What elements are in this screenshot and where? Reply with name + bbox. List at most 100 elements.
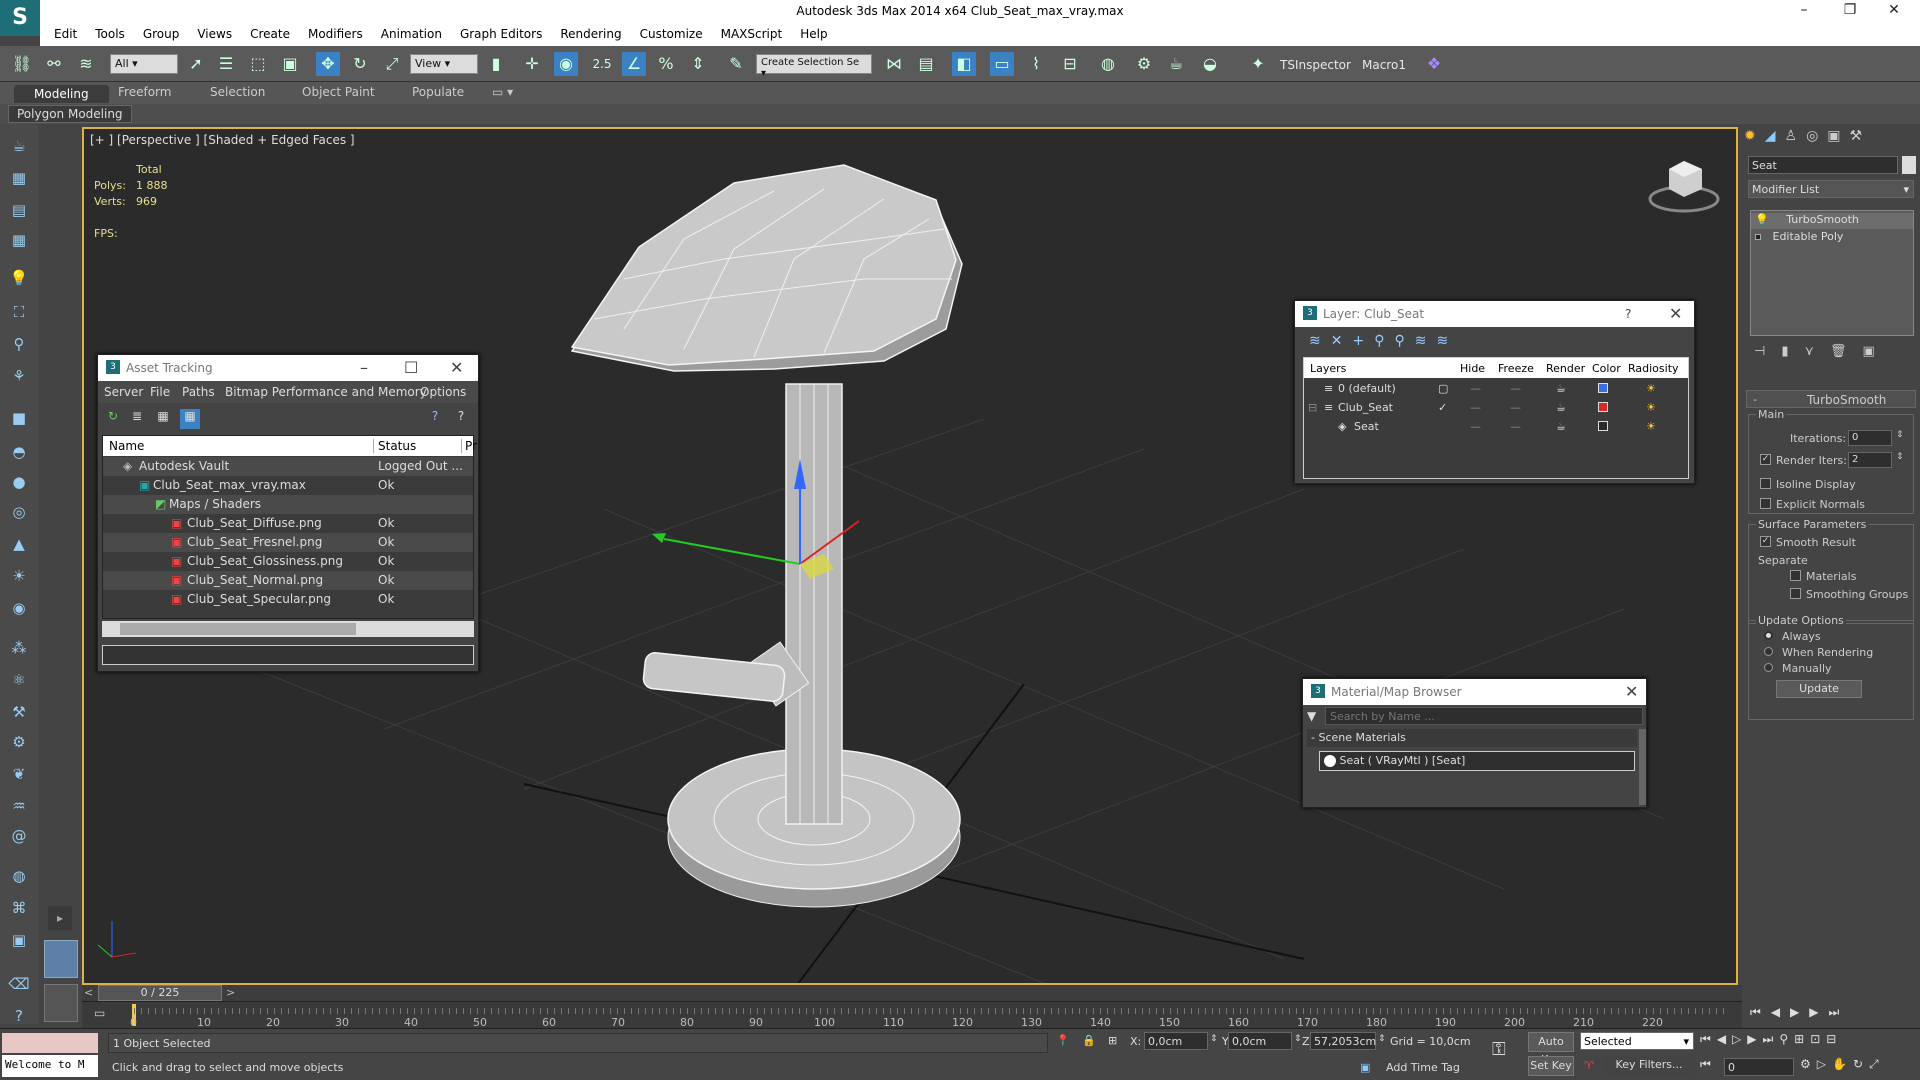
grid-icon[interactable]: ▦ [7, 228, 31, 252]
select-in-layer-icon[interactable]: ⚲ [1374, 333, 1394, 349]
render-teapot-icon[interactable]: ☕ [1556, 401, 1566, 414]
next-frame-icon[interactable]: ▶ [1747, 1032, 1762, 1046]
configure-sets-icon[interactable]: ▣ [1863, 344, 1891, 359]
rendered-frame-icon[interactable]: ☕ [1164, 52, 1188, 76]
render-teapot-icon[interactable]: ☕ [1556, 420, 1566, 433]
delete-layer-icon[interactable]: ✕ [1331, 333, 1353, 349]
asset-row[interactable]: ▣ Club_Seat_Diffuse.png Ok [103, 514, 473, 533]
create-tab-icon[interactable]: ✹ [1744, 128, 1765, 144]
light-icon[interactable]: 💡 [7, 266, 31, 290]
add-time-tag[interactable]: Add Time Tag [1386, 1061, 1460, 1074]
col-status[interactable]: Status [373, 439, 416, 453]
spinner-snap-icon[interactable]: ⇕ [686, 52, 710, 76]
asset-row[interactable]: ▣ Club_Seat_Fresnel.png Ok [103, 533, 473, 552]
hide-toggle[interactable]: — [1470, 382, 1481, 395]
track-bar-ruler[interactable]: ▭ 0 10 20 30 40 50 60 70 80 90 100 110 1… [82, 1001, 1742, 1029]
menu-edit[interactable]: Edit [45, 24, 86, 44]
show-end-result-icon[interactable]: ▮ [1781, 344, 1804, 359]
restore-icon[interactable]: ❐ [1830, 2, 1870, 18]
pivot-icon[interactable]: ▮ [484, 52, 508, 76]
hierarchy-tab-icon[interactable]: ♙ [1785, 128, 1807, 144]
auto-key-button[interactable]: Auto Key [1528, 1032, 1574, 1066]
stack-item-editable-poly[interactable]: Editable Poly [1751, 230, 1913, 246]
torus-icon[interactable]: ◎ [7, 500, 31, 524]
material-item[interactable]: Seat ( VRayMtl ) [Seat] [1319, 751, 1635, 771]
time-slider-track[interactable]: < 0 / 225 > [82, 985, 1742, 1001]
collapse-icon[interactable]: ⊟ [1308, 401, 1317, 414]
radiosity-icon[interactable]: ☀ [1646, 420, 1656, 433]
key-mode-toggle-icon[interactable]: ⏮ [1700, 1057, 1715, 1071]
menu-bitmap-performance[interactable]: Bitmap Performance and Memory [225, 385, 427, 399]
col-hide[interactable]: Hide [1460, 362, 1485, 375]
tsinspector-icon[interactable]: ✦ [1246, 52, 1270, 76]
tsinspector-label[interactable]: TSInspector [1280, 58, 1351, 72]
helper-icon[interactable]: ⚲ [7, 332, 31, 356]
orbit-icon[interactable]: ↻ [1853, 1057, 1869, 1071]
align-icon[interactable]: ▤ [914, 52, 938, 76]
zoom-icon[interactable]: ⚲ [1779, 1032, 1794, 1046]
schematic-view-icon[interactable]: ⊟ [1058, 52, 1082, 76]
new-layer-icon[interactable]: ≋ [1309, 333, 1331, 349]
menu-maxscript[interactable]: MAXScript [712, 24, 792, 44]
disc-icon[interactable]: ◉ [7, 596, 31, 620]
col-color[interactable]: Color [1592, 362, 1621, 375]
selection-filter-dropdown[interactable]: All ▾ [110, 54, 178, 74]
y-coordinate-field[interactable]: 0,0cm [1228, 1032, 1292, 1050]
menu-rendering[interactable]: Rendering [551, 24, 630, 44]
close-icon[interactable]: ✕ [450, 358, 463, 377]
render-setup-icon[interactable]: ⚙ [1132, 52, 1156, 76]
app-logo[interactable]: S [0, 0, 40, 36]
zoom-all-icon[interactable]: ⊞ [1794, 1032, 1810, 1046]
stack-item-turbosmooth[interactable]: 💡 TurboSmooth [1751, 213, 1913, 229]
spacewarp-icon[interactable]: ⚘ [7, 364, 31, 388]
plant-icon[interactable]: ❦ [7, 762, 31, 786]
isolate-selection-icon[interactable]: 📍 [1056, 1034, 1070, 1047]
menu-file[interactable]: File [150, 385, 170, 399]
bones-icon[interactable]: ⚒ [7, 700, 31, 724]
particles-icon[interactable]: ⁂ [7, 636, 31, 660]
lock-selection-icon[interactable]: 🔒 [1082, 1034, 1096, 1047]
freeze-toggle[interactable]: — [1510, 382, 1521, 395]
tab-selection[interactable]: Selection [210, 85, 265, 99]
z-coordinate-field[interactable]: 57,2053cm [1310, 1032, 1376, 1050]
ribbon-options-icon[interactable]: ▭ ▾ [492, 85, 513, 99]
make-unique-icon[interactable]: ⋎ [1804, 344, 1830, 359]
material-browser-titlebar[interactable]: 3 Material/Map Browser ✕ [1303, 679, 1646, 705]
menu-animation[interactable]: Animation [372, 24, 451, 44]
move-icon[interactable]: ✥ [316, 52, 340, 76]
asset-tracking-titlebar[interactable]: 3 Asset Tracking – ☐ ✕ [98, 355, 478, 381]
mirror-icon[interactable]: ⋈ [882, 52, 906, 76]
object-color-swatch[interactable] [1902, 156, 1916, 174]
expand-icon[interactable] [1755, 234, 1761, 240]
add-to-layer-icon[interactable]: + [1352, 333, 1374, 349]
menu-modifiers[interactable]: Modifiers [299, 24, 372, 44]
maximize-viewport-icon[interactable]: ⤢ [1869, 1057, 1885, 1071]
percent-snap-icon[interactable]: % [654, 52, 678, 76]
hemisphere-icon[interactable]: ◓ [7, 440, 31, 464]
molecule-icon[interactable]: ⚛ [7, 668, 31, 692]
prev-key-icon[interactable]: ◀ [1771, 1005, 1790, 1019]
hide-toggle[interactable]: — [1470, 420, 1481, 433]
zoom-extents-icon[interactable]: ⊡ [1810, 1032, 1826, 1046]
set-key-icon[interactable]: ♈ [1584, 1059, 1594, 1072]
prev-frame-icon[interactable]: ◀ [1717, 1032, 1732, 1046]
play-icon[interactable]: ▶ [1790, 1005, 1809, 1019]
isoline-checkbox[interactable] [1760, 478, 1771, 489]
remove-modifier-icon[interactable]: 🗑 [1830, 344, 1863, 359]
layer-color-swatch[interactable] [1598, 383, 1608, 393]
unlink-icon[interactable]: ⚯ [42, 52, 66, 76]
fov-icon[interactable]: ▷ [1817, 1057, 1832, 1071]
active-layer-toggle[interactable]: ▢ [1438, 382, 1448, 395]
radio-always[interactable] [1764, 631, 1773, 640]
help-icon[interactable]: ? [7, 1004, 31, 1028]
snail-icon[interactable]: @ [7, 824, 31, 848]
go-to-end-icon[interactable]: ⏭ [1829, 1005, 1850, 1019]
utilities-tab-icon[interactable]: ⚒ [1850, 128, 1872, 144]
smooth-result-checkbox[interactable]: ✓ [1760, 536, 1771, 547]
cone-icon[interactable]: ▲ [7, 532, 31, 556]
pan-icon[interactable]: ✋ [1832, 1057, 1853, 1071]
polygon-modeling-panel[interactable]: Polygon Modeling [8, 105, 132, 123]
asset-path-field[interactable] [102, 645, 474, 665]
col-name[interactable]: Name [109, 439, 144, 453]
scale-icon[interactable]: ⤢ [380, 52, 404, 76]
